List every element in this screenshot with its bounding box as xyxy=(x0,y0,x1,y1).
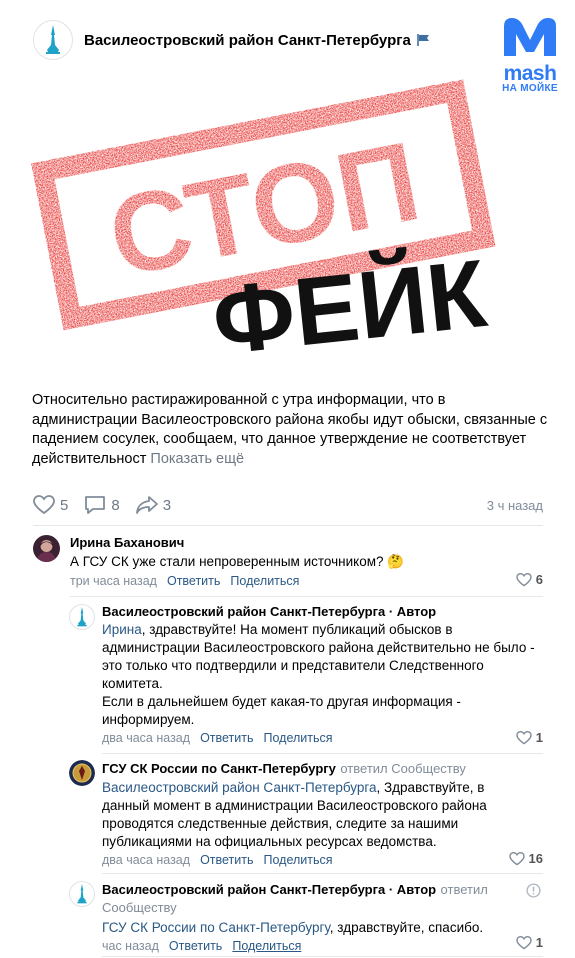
group-avatar[interactable] xyxy=(33,20,73,60)
comment-text: Ирина, здравствуйте! На момент публикаци… xyxy=(102,621,543,729)
share-comment-button[interactable]: Поделиться xyxy=(264,853,333,867)
comment-count: 8 xyxy=(111,496,120,514)
reply-button[interactable]: Ответить xyxy=(169,939,222,953)
share-count: 3 xyxy=(162,496,172,514)
comment-body-para: Если в дальнейшем будет какая-то другая … xyxy=(102,694,461,727)
comment-header: ГСУ СК России по Санкт-Петербургу ответи… xyxy=(102,760,543,778)
heart-icon xyxy=(516,730,532,744)
comment-time[interactable]: два часа назад xyxy=(102,731,190,745)
comment-author[interactable]: Василеостровский район Санкт-Петербурга xyxy=(102,882,385,897)
comment-meta: два часа назад Ответить Поделиться xyxy=(102,853,543,867)
comment: Василеостровский район Санкт-Петербурга … xyxy=(102,881,543,953)
spire-icon xyxy=(77,607,87,627)
mention-link[interactable]: ГСУ СК России по Санкт-Петербургу xyxy=(102,920,330,935)
comment-meta: час назад Ответить Поделиться xyxy=(102,939,543,953)
comment-author[interactable]: Ирина Баханович xyxy=(70,535,543,550)
comment-icon xyxy=(85,496,106,514)
gsu-avatar[interactable] xyxy=(69,760,95,786)
replied-to[interactable]: ответил Сообществу xyxy=(340,761,466,776)
divider xyxy=(102,956,543,957)
comment-text: ГСУ СК России по Санкт-Петербургу, здрав… xyxy=(102,919,543,937)
divider xyxy=(102,753,543,754)
comment-header: Василеостровский район Санкт-Петербурга … xyxy=(102,881,543,917)
comment-body: , здравствуйте, спасибо. xyxy=(329,920,484,935)
share-icon xyxy=(135,496,158,514)
divider xyxy=(33,525,543,526)
comment-time[interactable]: три часа назад xyxy=(70,574,157,588)
mention-link[interactable]: Ирина xyxy=(102,622,142,637)
commenter-avatar[interactable] xyxy=(33,535,60,562)
like-count: 5 xyxy=(60,496,69,514)
replied-to: ответил xyxy=(440,882,488,897)
like-button[interactable]: 5 xyxy=(33,495,68,515)
comment-author: Василеостровский район Санкт-Петербурга … xyxy=(102,604,543,619)
heart-icon xyxy=(516,935,532,949)
report-icon[interactable] xyxy=(526,883,541,898)
comment-like-count: 1 xyxy=(535,730,543,745)
comment-button[interactable]: 8 xyxy=(84,495,120,515)
post-time[interactable]: 3 ч назад xyxy=(487,498,543,513)
comment-time[interactable]: час назад xyxy=(102,939,159,953)
comment-body: , здравствуйте! На момент публикаций обы… xyxy=(141,622,453,637)
group-avatar[interactable] xyxy=(69,881,95,907)
comment-like-button[interactable]: 1 xyxy=(516,730,543,745)
author-badge: · Автор xyxy=(385,604,437,619)
share-comment-button[interactable]: Поделиться xyxy=(230,574,299,588)
emblem-icon xyxy=(69,760,95,786)
comment-body-cont: администрации Василеостровского района д… xyxy=(102,640,535,691)
comment-meta: три часа назад Ответить Поделиться xyxy=(70,574,543,588)
divider xyxy=(102,873,543,874)
comment: ГСУ СК России по Санкт-Петербургу ответи… xyxy=(102,760,543,867)
comment: Василеостровский район Санкт-Петербурга … xyxy=(102,604,543,745)
comment-like-button[interactable]: 6 xyxy=(516,572,543,587)
author-badge: · Автор xyxy=(385,882,437,897)
comment-author-name[interactable]: Василеостровский район Санкт-Петербурга xyxy=(102,604,385,619)
group-avatar[interactable] xyxy=(69,604,95,630)
comment-like-count: 1 xyxy=(535,935,543,950)
spire-icon xyxy=(77,884,87,904)
comment-text: Василеостровский район Санкт-Петербурга,… xyxy=(102,779,502,851)
spire-icon xyxy=(46,25,60,54)
mention-link[interactable]: Василеостровский район Санкт-Петербурга xyxy=(102,780,377,795)
reply-button[interactable]: Ответить xyxy=(167,574,220,588)
replied-to-target[interactable]: Сообществу xyxy=(102,900,177,915)
comment-like-button[interactable]: 1 xyxy=(516,935,543,950)
reply-button[interactable]: Ответить xyxy=(200,853,253,867)
comment-like-button[interactable]: 16 xyxy=(508,851,543,866)
heart-icon xyxy=(508,851,525,865)
comment-meta: два часа назад Ответить Поделиться xyxy=(102,731,543,745)
comment-text: А ГСУ СК уже стали непроверенным источни… xyxy=(70,554,405,569)
reply-button[interactable]: Ответить xyxy=(200,731,253,745)
mash-logo-icon xyxy=(504,18,556,56)
post-header: Василеостровский район Санкт-Петербурга xyxy=(33,20,430,60)
heart-icon xyxy=(33,495,55,515)
divider xyxy=(70,596,543,597)
post-text: Относительно растиражированной с утра ин… xyxy=(32,391,552,469)
group-name-link[interactable]: Василеостровский район Санкт-Петербурга xyxy=(84,32,411,49)
comment-time[interactable]: два часа назад xyxy=(102,853,190,867)
comment-author[interactable]: ГСУ СК России по Санкт-Петербургу xyxy=(102,761,336,776)
comment: Ирина Баханович А ГСУ СК уже стали непро… xyxy=(70,535,543,588)
post-image[interactable]: СТОП ФЕЙК xyxy=(30,78,530,378)
share-comment-button[interactable]: Поделиться xyxy=(232,939,301,953)
post-body: Относительно растиражированной с утра ин… xyxy=(32,392,548,467)
post-actions: 5 8 3 3 ч назад xyxy=(33,492,543,518)
flag-icon xyxy=(417,34,429,46)
heart-icon xyxy=(516,572,532,586)
comment-like-count: 6 xyxy=(535,572,543,587)
show-more-link[interactable]: Показать ещё xyxy=(150,451,244,467)
comment-like-count: 16 xyxy=(528,851,543,866)
share-button[interactable]: 3 xyxy=(135,495,172,515)
share-comment-button[interactable]: Поделиться xyxy=(264,731,333,745)
